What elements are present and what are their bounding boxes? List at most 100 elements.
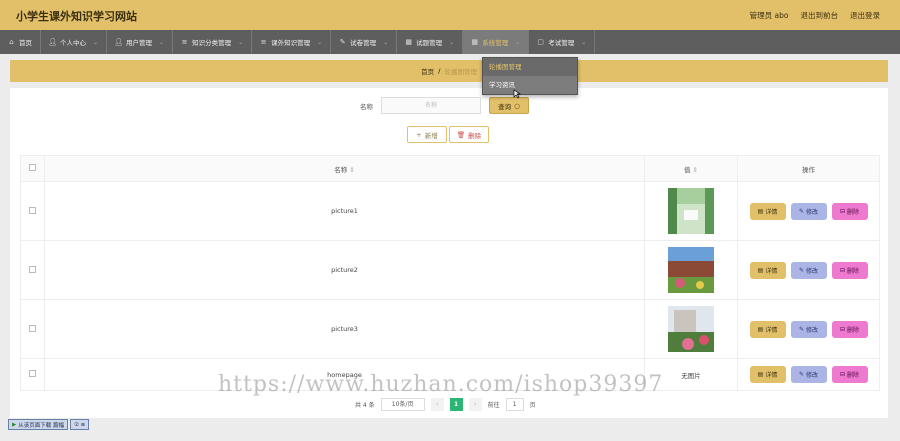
pagination-total: 共 4 条 [355,402,375,409]
next-page-button[interactable]: › [468,398,482,411]
nav-item-knowledge-category[interactable]: ≡ 知识分类管理 ⌄ [173,30,253,54]
delete-icon: ⊟ [839,207,845,215]
delete-button[interactable]: ⊟ 删除 [831,202,868,220]
page-number-current[interactable]: 1 [449,398,463,411]
edit-button[interactable]: ✎ 修改 [790,261,827,279]
watermark-text: https://www.huzhan.com/ishop39397 [218,372,664,397]
edit-label: 修改 [806,372,819,379]
name-cell: picture2 [44,240,645,300]
select-all-checkbox[interactable] [29,164,36,171]
mouse-cursor-icon [513,89,521,99]
nav-item-personal-center[interactable]: 👤︎ 个人中心 ⌄ [41,30,108,54]
detail-button[interactable]: ▤ 详情 [749,320,786,338]
sort-icon: ⇕ [692,165,698,174]
nav-item-paper-management[interactable]: ✎ 试卷管理 ⌄ [331,30,398,54]
back-to-frontend-link[interactable]: 退出到前台 [801,10,839,21]
nav-item-question-management[interactable]: ▦ 试题管理 ⌄ [397,30,464,54]
actions-cell: ▤ 详情 ✎ 修改 ⊟ 删除 [737,358,880,391]
delete-button[interactable]: ⊟ 删除 [831,366,868,383]
value-cell [644,181,738,241]
user-icon: 👤︎ [48,38,57,46]
row-checkbox[interactable] [29,206,36,214]
bottom-extra-button[interactable]: ② ≡ [69,419,90,430]
play-icon: ▶ [12,421,17,428]
edit-icon: ✎ [798,207,804,215]
row-checkbox[interactable] [29,265,36,273]
nav-label: 用户管理 [126,39,153,47]
detail-button[interactable]: ▤ 详情 [749,202,786,220]
delete-label: 删除 [847,208,860,216]
list-icon: ≡ [260,38,267,46]
column-header-name-label: 名称 [334,165,348,174]
actions-cell: ▤ 详情 ✎ 修改 ⊟ 删除 [737,181,880,241]
query-button[interactable]: 查询 ○ [489,97,529,114]
row-checkbox-cell [20,299,45,359]
download-label: 从该页面下载 篇幅 [18,422,64,429]
delete-label: 删除 [847,372,860,379]
page-unit-label: 页 [529,402,536,409]
grid-icon: ▦ [471,38,478,46]
batch-delete-button[interactable]: 🗑︎ 删除 [449,126,489,143]
nav-item-system-management[interactable]: ▦ 系统管理 ⌄ [463,30,530,54]
dropdown-item-learning-news[interactable]: 学习资讯 [483,76,577,94]
dropdown-item-carousel[interactable]: 轮播图管理 [483,58,577,76]
logout-link[interactable]: 退出登录 [850,10,880,21]
nav-item-user-management[interactable]: 👤︎ 用户管理 ⌄ [107,30,174,54]
table-row: picture3 ▤ 详情 ✎ 修改 ⊟ 删除 [20,299,880,359]
page-size-select[interactable]: 10条/页 [380,398,425,411]
nav-label: 试卷管理 [350,39,377,47]
detail-icon: ▤ [757,371,764,378]
edit-button[interactable]: ✎ 修改 [790,202,827,220]
add-label: 新增 [424,131,438,140]
detail-label: 详情 [765,372,778,379]
goto-page-input[interactable]: 1 [505,398,524,411]
table-row: picture1 ▤ 详情 ✎ 修改 ⊟ 删除 [20,181,880,241]
nav-item-home[interactable]: ⌂ 首页 [0,30,41,54]
delete-button[interactable]: ⊟ 删除 [831,261,868,279]
column-header-name[interactable]: 名称 ⇕ [44,155,645,182]
nav-label: 课外知识管理 [271,39,311,47]
value-cell [644,299,738,359]
user-icon: 👤︎ [114,38,123,46]
data-table: 名称 ⇕ 值 ⇕ 操作 picture1 ▤ 详情 ✎ 修改 ⊟ 删除 pict… [20,155,880,391]
chevron-left-icon: ‹ [435,401,439,408]
chevron-down-icon: ⌄ [581,38,587,46]
edit-button[interactable]: ✎ 修改 [790,320,827,338]
select-all-cell [20,155,45,182]
detail-button[interactable]: ▤ 详情 [749,366,786,383]
chevron-down-icon: ⌄ [317,38,323,46]
nav-label: 考试管理 [548,39,575,47]
pagination: 共 4 条 10条/页 ‹ 1 › 前往 1 页 [355,398,536,411]
prev-page-button[interactable]: ‹ [430,398,444,411]
delete-icon: ⊟ [839,266,845,274]
download-page-button[interactable]: ▶ 从该页面下载 篇幅 [8,419,68,430]
paper-icon: ✎ [339,38,346,46]
breadcrumb-home[interactable]: 首页 [421,66,434,76]
trash-icon: 🗑︎ [456,130,466,139]
carousel-image-thumbnail [668,306,714,352]
delete-label: 删除 [847,326,860,334]
search-input[interactable]: 名称 [381,97,481,114]
column-header-value[interactable]: 值 ⇕ [644,155,738,182]
delete-icon: ⊟ [839,325,845,333]
row-checkbox[interactable] [29,370,36,377]
detail-label: 详情 [765,267,778,275]
name-cell: picture3 [44,299,645,359]
nav-item-exam-management[interactable]: ▢ 考试管理 ⌄ [529,30,596,54]
edit-label: 修改 [806,326,819,334]
query-label: 查询 [498,102,512,111]
search-form: 名称 名称 查询 ○ [360,97,529,114]
sort-icon: ⇕ [349,165,355,174]
table-header-row: 名称 ⇕ 值 ⇕ 操作 [20,155,880,182]
row-checkbox-cell [20,358,45,391]
detail-button[interactable]: ▤ 详情 [749,261,786,279]
edit-icon: ✎ [798,325,804,333]
breadcrumb-current: 轮播图管理 [444,68,477,76]
nav-item-extracurricular-knowledge[interactable]: ≡ 课外知识管理 ⌄ [252,30,332,54]
add-button[interactable]: + 新增 [407,126,447,143]
detail-icon: ▤ [757,207,764,215]
edit-button[interactable]: ✎ 修改 [790,366,827,383]
delete-button[interactable]: ⊟ 删除 [831,320,868,338]
goto-label: 前往 [487,402,500,409]
row-checkbox[interactable] [29,324,36,332]
